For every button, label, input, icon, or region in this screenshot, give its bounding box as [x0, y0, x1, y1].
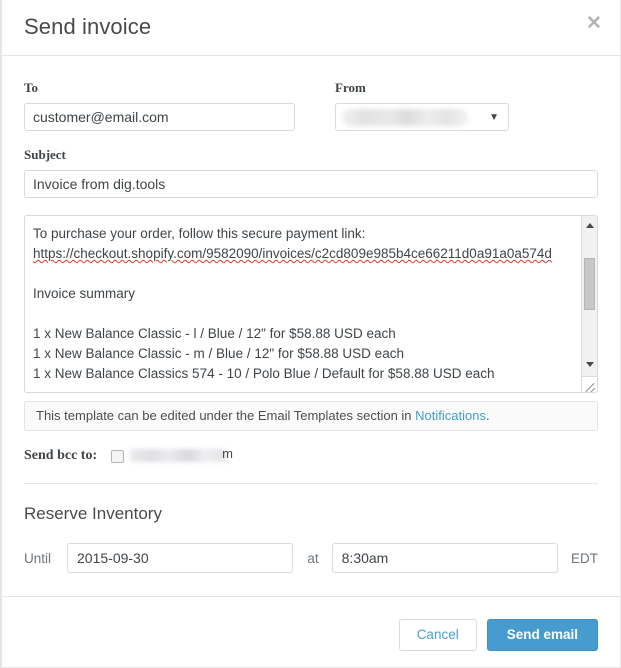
scroll-up-arrow-icon[interactable] [582, 218, 597, 233]
template-notice-text: This template can be edited under the Em… [36, 408, 416, 423]
send-email-button[interactable]: Send email [486, 619, 598, 651]
to-input[interactable] [24, 103, 295, 131]
template-notice-period: . [485, 408, 490, 423]
from-redacted-value [342, 109, 468, 126]
cancel-button[interactable]: Cancel [398, 619, 477, 651]
resize-grip-icon[interactable] [581, 376, 597, 392]
bcc-email-value: m [130, 446, 238, 463]
reserve-date-input[interactable] [67, 543, 294, 573]
subject-input[interactable] [24, 170, 598, 198]
reserve-time-input[interactable] [331, 543, 558, 573]
message-line-item: 1 x New Balance Classic - m / Blue / 12"… [33, 346, 404, 361]
footer-buttons: Cancel Send email [398, 619, 598, 651]
message-scrollbar[interactable] [581, 216, 597, 392]
message-line: Invoice summary [33, 286, 136, 301]
chevron-down-icon: ▼ [489, 112, 499, 123]
timezone-label: EDT [571, 550, 598, 566]
page-title: Send invoice [24, 14, 152, 39]
to-field-group: To [24, 80, 295, 131]
message-line: To purchase your order, follow this secu… [33, 226, 366, 241]
message-line-item: 1 x New Balance Classic - l / Blue / 12"… [33, 326, 396, 341]
scroll-down-arrow-icon[interactable] [582, 357, 597, 372]
modal-footer: Cancel Send email [2, 596, 620, 667]
bcc-checkbox[interactable] [111, 449, 125, 463]
at-label: at [307, 550, 319, 566]
send-invoice-modal: Send invoice ✕ To From ▼ Subject [0, 0, 621, 668]
message-url-text: https://checkout.shopify.com/9582090/inv… [33, 246, 552, 261]
to-label: To [24, 80, 38, 95]
message-line-url: https://checkout.shopify.com/9582090/inv… [33, 244, 570, 264]
modal-header: Send invoice ✕ [2, 0, 620, 56]
reserve-inventory-title: Reserve Inventory [24, 504, 162, 523]
close-icon[interactable]: ✕ [582, 12, 606, 36]
until-label: Until [24, 550, 52, 566]
notifications-link[interactable]: Notifications [415, 408, 486, 423]
modal-body: To From ▼ Subject To purchase your order… [2, 56, 620, 573]
bcc-email-tail: m [222, 446, 233, 461]
from-field-group: From ▼ [335, 80, 509, 131]
bcc-row: Send bcc to: m [24, 446, 598, 466]
template-notice: This template can be edited under the Em… [24, 401, 598, 431]
message-textarea[interactable]: To purchase your order, follow this secu… [24, 215, 598, 393]
message-textarea-content[interactable]: To purchase your order, follow this secu… [25, 216, 580, 392]
message-line-item: 1 x New Balance Classics 574 - 10 / Polo… [33, 366, 495, 381]
bcc-label: Send bcc to: [24, 448, 98, 463]
subject-field-group: Subject [24, 131, 598, 198]
from-label: From [335, 80, 366, 95]
from-select[interactable]: ▼ [335, 103, 509, 131]
to-from-row: To From ▼ [24, 56, 598, 131]
section-divider [24, 483, 598, 484]
scrollbar-thumb[interactable] [584, 258, 595, 310]
bcc-email-redacted [130, 449, 227, 462]
reserve-inventory-row: Until at EDT [24, 543, 598, 573]
subject-label: Subject [24, 147, 66, 162]
